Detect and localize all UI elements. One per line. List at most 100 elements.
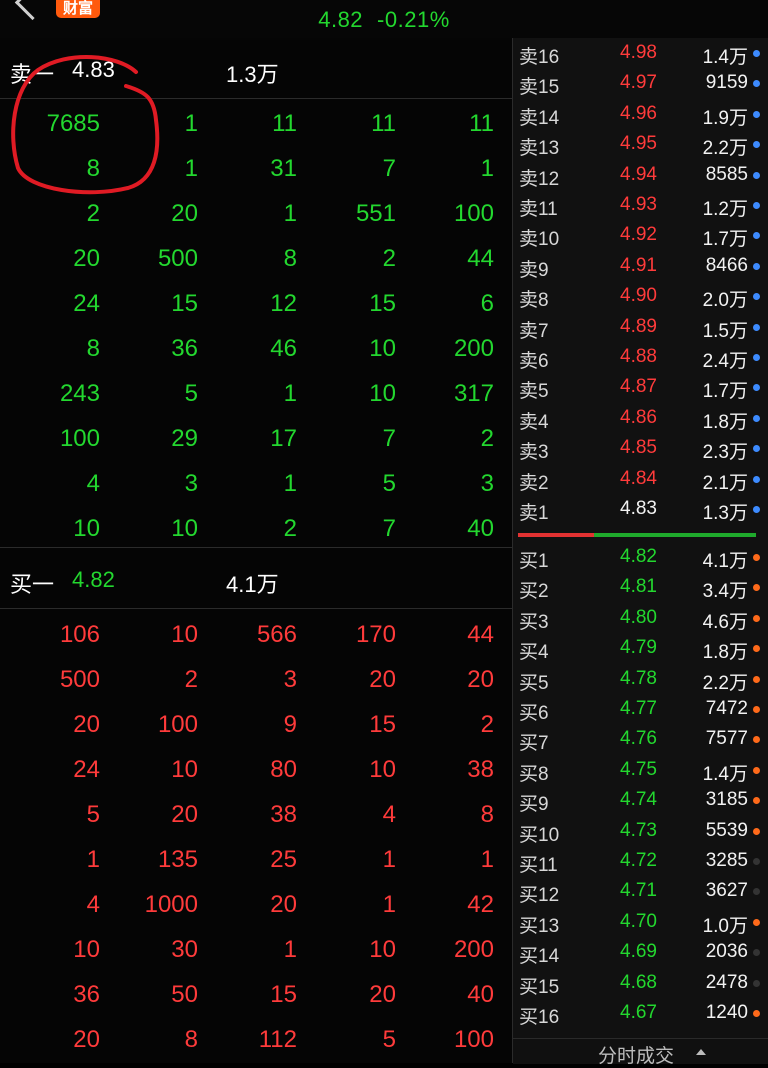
queue-cell: 8 bbox=[86, 335, 100, 362]
bid-level-volume: 3.4万 bbox=[702, 581, 748, 603]
bid-level-volume: 1240 bbox=[705, 1002, 748, 1023]
ask-level-price: 4.89 bbox=[620, 315, 657, 337]
queue-cell: 4 bbox=[86, 470, 100, 497]
ask-level-volume: 1.3万 bbox=[702, 503, 748, 524]
bid-level-row[interactable]: 买13 4.70 1.0万 bbox=[513, 907, 768, 937]
ask-level-row[interactable]: 卖1 4.83 1.3万 bbox=[513, 494, 768, 524]
bid-level-volume: 2478 bbox=[705, 971, 748, 993]
bid-level-row[interactable]: 买16 4.67 1240 bbox=[513, 998, 768, 1028]
queue-cell: 10 bbox=[369, 756, 396, 783]
queue-cell: 1 bbox=[382, 891, 396, 918]
bid-level-row[interactable]: 买3 4.80 4.6万 bbox=[513, 603, 768, 633]
ask-level-row[interactable]: 卖10 4.92 1.7万 bbox=[513, 220, 768, 250]
queue-cell: 200 bbox=[453, 936, 494, 963]
ask-level-row[interactable]: 卖4 4.86 1.8万 bbox=[513, 403, 768, 433]
bid-level-label: 买10 bbox=[519, 824, 560, 846]
ask-level-label: 卖11 bbox=[519, 199, 558, 220]
queue-cell: 100 bbox=[453, 200, 494, 227]
bid-level-row[interactable]: 买15 4.68 2478 bbox=[513, 968, 768, 998]
ask-level-row[interactable]: 卖8 4.90 2.0万 bbox=[513, 281, 768, 311]
bid-level-price: 4.73 bbox=[620, 819, 657, 841]
ask-level-price: 4.87 bbox=[620, 376, 657, 398]
queue-cell: 42 bbox=[467, 891, 494, 918]
queue-cell: 1 bbox=[283, 200, 297, 227]
bid-level-volume: 3185 bbox=[705, 789, 748, 811]
status-dot-icon bbox=[753, 445, 760, 453]
current-price: 4.82 bbox=[318, 7, 364, 32]
queue-cell: 9 bbox=[283, 711, 297, 738]
ask-level-price: 4.90 bbox=[620, 285, 657, 307]
status-dot-icon bbox=[753, 171, 760, 179]
queue-cell: 15 bbox=[369, 711, 396, 738]
bid-level-row[interactable]: 买2 4.81 3.4万 bbox=[513, 572, 768, 602]
ask-level-volume: 2.1万 bbox=[702, 472, 748, 494]
ask-level-row[interactable]: 卖16 4.98 1.4万 bbox=[513, 38, 768, 68]
bid-level-row[interactable]: 买7 4.76 7577 bbox=[513, 724, 768, 754]
bid-level-row[interactable]: 买10 4.73 5539 bbox=[513, 816, 768, 846]
ask-level-row[interactable]: 卖7 4.89 1.5万 bbox=[513, 312, 768, 342]
queue-cell: 566 bbox=[256, 621, 297, 648]
bid-level-label: 买9 bbox=[519, 794, 549, 816]
queue-cell: 10 bbox=[369, 936, 396, 963]
queue-cell: 10 bbox=[171, 515, 198, 542]
bid-level-label: 买12 bbox=[519, 885, 560, 907]
queue-cell: 2 bbox=[382, 245, 396, 272]
bid-level-price: 4.79 bbox=[620, 637, 657, 659]
bid-level-row[interactable]: 买9 4.74 3185 bbox=[513, 785, 768, 815]
ask-level-volume: 2.0万 bbox=[702, 290, 748, 312]
bid-level-row[interactable]: 买1 4.82 4.1万 bbox=[513, 542, 768, 572]
queue-cell: 20 bbox=[73, 245, 100, 272]
bid-level-label: 买5 bbox=[519, 672, 549, 694]
queue-cell: 2 bbox=[86, 200, 100, 227]
buy-one-price: 4.82 bbox=[72, 567, 115, 592]
bid-level-row[interactable]: 买14 4.69 2036 bbox=[513, 937, 768, 967]
ask-level-row[interactable]: 卖9 4.91 8466 bbox=[513, 251, 768, 281]
bid-level-label: 买14 bbox=[519, 946, 560, 968]
queue-cell: 15 bbox=[369, 290, 396, 317]
ask-level-row[interactable]: 卖5 4.87 1.7万 bbox=[513, 372, 768, 402]
status-dot-icon bbox=[753, 736, 760, 744]
ask-level-row[interactable]: 卖11 4.93 1.2万 bbox=[513, 190, 768, 220]
bid-level-price: 4.72 bbox=[620, 850, 657, 871]
ask-level-label: 卖9 bbox=[519, 259, 549, 281]
ask-level-price: 4.98 bbox=[620, 42, 657, 63]
ask-level-row[interactable]: 卖3 4.85 2.3万 bbox=[513, 433, 768, 463]
ask-level-label: 卖16 bbox=[519, 47, 560, 68]
ask-level-price: 4.96 bbox=[620, 102, 657, 124]
status-dot-icon bbox=[753, 354, 760, 361]
queue-cell: 10 bbox=[369, 335, 396, 362]
ask-level-label: 卖8 bbox=[519, 290, 549, 312]
bid-level-row[interactable]: 买8 4.75 1.4万 bbox=[513, 755, 768, 785]
bid-level-label: 买4 bbox=[519, 642, 549, 664]
bid-level-row[interactable]: 买6 4.77 7472 bbox=[513, 694, 768, 724]
ask-level-row[interactable]: 卖13 4.95 2.2万 bbox=[513, 129, 768, 159]
sell-queue-row: 20 500 8 2 44 bbox=[0, 237, 512, 282]
sell-queue-row: 8 36 46 10 200 bbox=[0, 327, 512, 372]
ask-level-label: 卖6 bbox=[519, 351, 549, 372]
queue-cell: 1 bbox=[283, 380, 297, 407]
queue-cell: 20 bbox=[270, 891, 297, 918]
ask-level-row[interactable]: 卖12 4.94 8585 bbox=[513, 160, 768, 190]
status-dot-icon bbox=[753, 584, 760, 592]
time-sales-tab[interactable]: 分时成交 bbox=[513, 1038, 768, 1067]
ask-level-row[interactable]: 卖14 4.96 1.9万 bbox=[513, 99, 768, 129]
ask-level-price: 4.94 bbox=[620, 163, 657, 185]
bid-level-row[interactable]: 买12 4.71 3627 bbox=[513, 876, 768, 906]
ask-level-row[interactable]: 卖2 4.84 2.1万 bbox=[513, 464, 768, 494]
bid-level-row[interactable]: 买11 4.72 3285 bbox=[513, 846, 768, 876]
buy-queue-row: 5 20 38 4 8 bbox=[0, 793, 512, 838]
ask-level-label: 卖15 bbox=[519, 77, 560, 99]
buy-queue-row: 500 2 3 20 20 bbox=[0, 658, 512, 703]
ask-level-label: 卖2 bbox=[519, 472, 549, 494]
bid-level-row[interactable]: 买5 4.78 2.2万 bbox=[513, 664, 768, 694]
ask-level-row[interactable]: 卖6 4.88 2.4万 bbox=[513, 342, 768, 372]
ask-level-volume: 9159 bbox=[705, 72, 748, 94]
bid-level-price: 4.69 bbox=[620, 941, 657, 963]
queue-cell: 1 bbox=[382, 846, 396, 873]
bid-level-row[interactable]: 买4 4.79 1.8万 bbox=[513, 633, 768, 663]
ask-level-row[interactable]: 卖15 4.97 9159 bbox=[513, 68, 768, 98]
bid-level-price: 4.71 bbox=[620, 880, 657, 902]
status-dot-icon bbox=[753, 554, 760, 561]
bid-level-label: 买3 bbox=[519, 611, 549, 633]
top-bar: 财富 4.82 -0.21% bbox=[0, 0, 768, 39]
